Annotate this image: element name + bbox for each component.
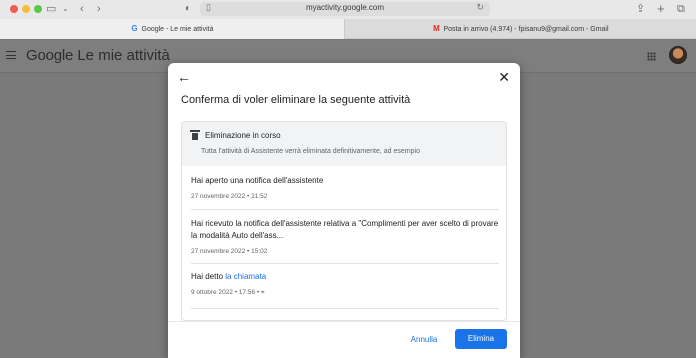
cancel-button[interactable]: Annulla xyxy=(404,332,444,348)
item-timestamp: 27 novembre 2022 • 21:52 xyxy=(191,193,268,200)
apps-grid-icon[interactable] xyxy=(647,52,656,61)
forward-arrow-icon[interactable]: › xyxy=(97,1,101,17)
item-title-prefix: Hai detto xyxy=(191,272,224,281)
privacy-shield-icon[interactable]: ◐ xyxy=(185,1,191,17)
url-text: myactivity.google.com xyxy=(305,3,385,12)
share-icon[interactable]: ⇪ xyxy=(636,1,645,17)
item-timestamp: 27 novembre 2022 • 15:02 xyxy=(191,248,268,255)
item-title: Hai detto la chiamata xyxy=(191,271,499,283)
chevron-down-icon[interactable]: ⌄ xyxy=(62,1,69,17)
page-title: Le mie attività xyxy=(77,47,170,64)
location-pin-icon: ⌖ xyxy=(260,289,265,296)
google-favicon-icon: G xyxy=(131,24,138,33)
footer-divider xyxy=(168,321,520,322)
new-tab-icon[interactable]: + xyxy=(657,1,665,17)
card-subtitle: Tutta l'attività di Assistente verrà eli… xyxy=(201,148,420,155)
trash-icon xyxy=(190,130,200,140)
item-title: Hai ricevuto la notifica dell'assistente… xyxy=(191,219,499,240)
list-item: Hai detto la chiamata 9 ottobre 2022 • 1… xyxy=(191,271,499,309)
item-timestamp: 9 ottobre 2022 • 17:56 • ⌖ xyxy=(191,289,499,297)
deletion-summary-card: Eliminazione in corso Tutta l'attività d… xyxy=(181,121,507,321)
browser-titlebar: ▭ ⌄ ‹ › ◐ ▯ myactivity.google.com ↻ ⇪ + … xyxy=(0,0,696,19)
tab-label: Google - Le mie attività xyxy=(141,26,214,33)
minimize-window-button[interactable] xyxy=(22,5,30,13)
sidebar-icon[interactable]: ▭ xyxy=(46,1,56,17)
delete-button[interactable]: Elimina xyxy=(455,329,507,349)
menu-icon[interactable] xyxy=(6,51,16,59)
delete-confirmation-dialog: ← ✕ Conferma di voler eliminare la segue… xyxy=(168,63,520,358)
list-item: Hai aperto una notifica dell'assistente … xyxy=(191,175,499,210)
tab-my-activity[interactable]: G Google - Le mie attività xyxy=(0,19,344,39)
reload-icon[interactable]: ↻ xyxy=(476,2,484,13)
close-icon[interactable]: ✕ xyxy=(498,69,510,86)
gmail-favicon-icon: M xyxy=(433,24,440,33)
avatar[interactable] xyxy=(669,46,687,64)
card-heading: Eliminazione in corso xyxy=(205,131,281,140)
tab-label: Posta in arrivo (4.974) - fpisanu9@gmail… xyxy=(443,26,609,33)
google-logo: Google xyxy=(26,47,74,64)
back-arrow-icon[interactable]: ← xyxy=(177,69,191,85)
address-bar[interactable]: ▯ myactivity.google.com ↻ xyxy=(200,2,490,16)
tab-bar: G Google - Le mie attività M Posta in arri… xyxy=(0,19,696,39)
item-link[interactable]: la chiamata xyxy=(225,272,266,281)
back-arrow-icon[interactable]: ‹ xyxy=(80,1,84,17)
close-window-button[interactable] xyxy=(10,5,18,13)
dialog-title: Conferma di voler eliminare la seguente … xyxy=(181,94,411,106)
app-logo[interactable]: Google Le mie attività xyxy=(26,47,170,64)
item-title: Hai aperto una notifica dell'assistente xyxy=(191,176,324,185)
item-meta-text: 9 ottobre 2022 • 17:56 • xyxy=(191,289,260,296)
tab-gmail[interactable]: M Posta in arrivo (4.974) - fpisanu9@gmai… xyxy=(344,19,696,39)
list-item: Hai ricevuto la notifica dell'assistente… xyxy=(191,218,499,264)
tab-overview-icon[interactable]: ⧉ xyxy=(677,1,685,17)
card-header: Eliminazione in corso Tutta l'attività d… xyxy=(182,122,506,166)
maximize-window-button[interactable] xyxy=(34,5,42,13)
